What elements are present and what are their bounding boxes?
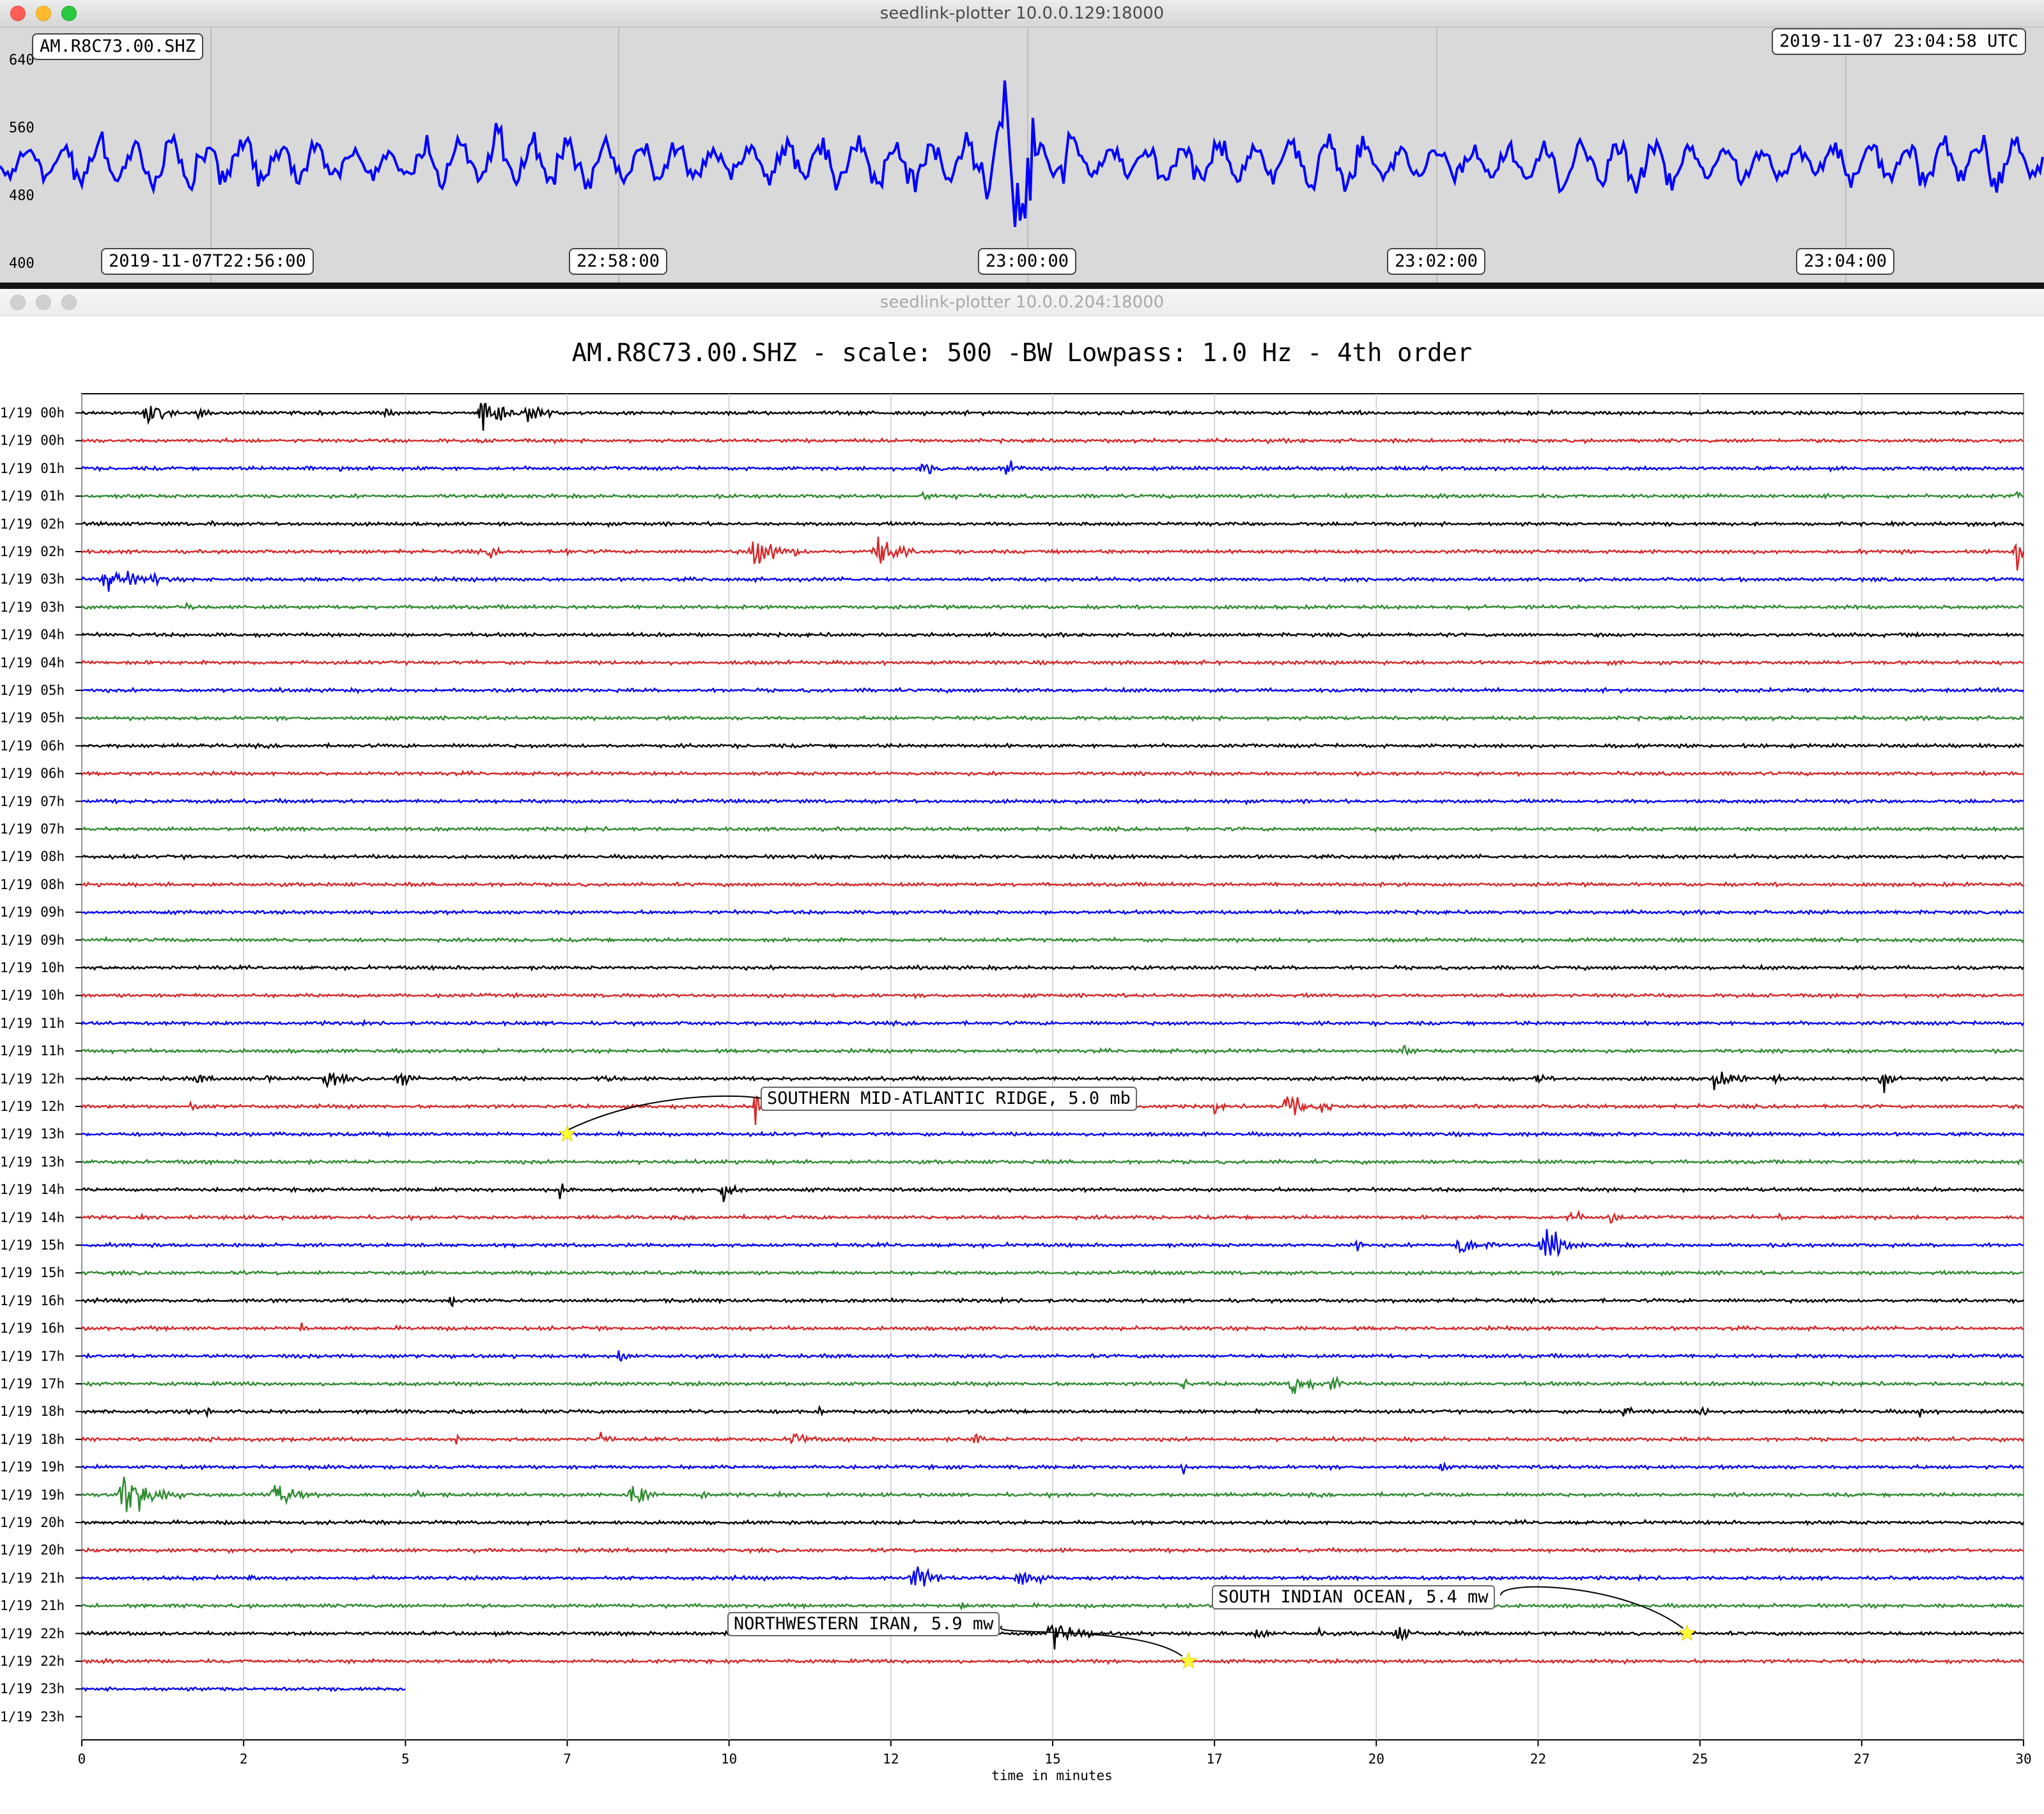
x-axis-label: time in minutes: [991, 1768, 1113, 1783]
row-label: 1/19 11h: [0, 1043, 65, 1059]
row-label: 1/19 18h: [0, 1404, 65, 1420]
row-label: 1/19 13h: [0, 1154, 65, 1170]
row-label: 1/19 02h: [0, 516, 65, 532]
overview-plot: [0, 27, 2044, 283]
event-label: NORTHWESTERN IRAN, 5.9 mw: [727, 1612, 1000, 1636]
row-label: 1/19 10h: [0, 960, 65, 975]
row-label: 1/19 22h: [0, 1654, 65, 1669]
row-label: 1/19 01h: [0, 460, 65, 476]
row-label: 1/19 08h: [0, 849, 65, 865]
row-label: 1/19 15h: [0, 1265, 65, 1281]
row-label: 1/19 09h: [0, 932, 65, 948]
x-tick-label: 25: [1692, 1751, 1708, 1767]
row-label: 1/19 02h: [0, 544, 65, 559]
row-label: 1/19 04h: [0, 655, 65, 671]
event-label: SOUTH INDIAN OCEAN, 5.4 mw: [1212, 1585, 1495, 1609]
x-tick-label: 17: [1206, 1751, 1223, 1767]
row-label: 1/19 03h: [0, 571, 65, 587]
y-tick-label: 640: [9, 52, 35, 68]
y-tick-label: 400: [9, 256, 35, 272]
x-tick-label: 2: [239, 1751, 248, 1767]
row-label: 1/19 19h: [0, 1487, 65, 1503]
row-label: 1/19 05h: [0, 710, 65, 726]
event-leader-line: [567, 1095, 761, 1131]
timestamp-label: 2019-11-07 23:04:58 UTC: [1772, 28, 2026, 55]
window-title: seedlink-plotter 10.0.0.129:18000: [879, 4, 1165, 23]
x-tick-label: 20: [1368, 1751, 1384, 1767]
x-tick-label: 23:04:00: [1796, 248, 1895, 275]
helicorder-titlebar[interactable]: seedlink-plotter 10.0.0.204:18000: [0, 289, 2044, 316]
row-label: 1/19 16h: [0, 1292, 65, 1308]
x-tick-label: 23:00:00: [978, 248, 1077, 275]
x-tick-label: 12: [883, 1751, 899, 1767]
row-label: 1/19 09h: [0, 904, 65, 920]
row-label: 1/19 23h: [0, 1681, 65, 1697]
overview-titlebar[interactable]: seedlink-plotter 10.0.0.129:18000: [0, 0, 2044, 27]
row-label: 1/19 01h: [0, 488, 65, 504]
event-leader-line: [1499, 1586, 1684, 1629]
row-label: 1/19 23h: [0, 1709, 65, 1725]
x-tick-label: 23:02:00: [1387, 248, 1486, 275]
row-label: 1/19 05h: [0, 683, 65, 698]
x-tick-label: 27: [1854, 1751, 1870, 1767]
x-tick-label: 5: [401, 1751, 410, 1767]
x-tick-label: 22: [1529, 1751, 1547, 1767]
row-label: 1/19 06h: [0, 738, 65, 754]
x-tick-label: 7: [563, 1751, 571, 1767]
row-label: 1/19 19h: [0, 1459, 65, 1475]
row-label: 1/19 07h: [0, 793, 65, 809]
event-label: SOUTHERN MID-ATLANTIC RIDGE, 5.0 mb: [761, 1087, 1137, 1111]
row-label: 1/19 17h: [0, 1348, 65, 1364]
x-tick-label: 2019-11-07T22:56:00: [101, 248, 314, 275]
row-label: 1/19 22h: [0, 1625, 65, 1641]
row-label: 1/19 04h: [0, 627, 65, 643]
row-label: 1/19 00h: [0, 405, 65, 421]
x-tick-label: 0: [77, 1751, 86, 1767]
row-label: 1/19 21h: [0, 1570, 65, 1586]
channel-label: AM.R8C73.00.SHZ: [32, 33, 203, 60]
y-tick-label: 480: [9, 188, 35, 204]
row-label: 1/19 12h: [0, 1071, 65, 1087]
y-tick-label: 560: [9, 120, 35, 136]
row-label: 1/19 14h: [0, 1209, 65, 1225]
overview-window: seedlink-plotter 10.0.0.129:18000 640 56…: [0, 0, 2044, 289]
helicorder-plot: [75, 393, 2025, 1746]
x-tick-label: 10: [721, 1751, 738, 1767]
x-tick-label: 30: [2015, 1751, 2032, 1767]
row-label: 1/19 06h: [0, 766, 65, 782]
row-label: 1/19 11h: [0, 1015, 65, 1031]
overview-waveform: [0, 80, 2044, 228]
x-tick-label: 22:58:00: [569, 248, 668, 275]
window-divider: [0, 283, 2044, 289]
window-title: seedlink-plotter 10.0.0.204:18000: [879, 293, 1165, 312]
row-label: 1/19 10h: [0, 988, 65, 1004]
row-label: 1/19 18h: [0, 1431, 65, 1447]
row-label: 1/19 20h: [0, 1542, 65, 1558]
x-tick-label: 15: [1044, 1751, 1061, 1767]
row-label: 1/19 00h: [0, 433, 65, 449]
row-label: 1/19 08h: [0, 876, 65, 892]
row-label: 1/19 21h: [0, 1598, 65, 1614]
row-label: 1/19 14h: [0, 1182, 65, 1198]
row-label: 1/19 17h: [0, 1376, 65, 1392]
row-label: 1/19 03h: [0, 599, 65, 615]
row-label: 1/19 12h: [0, 1099, 65, 1114]
row-label: 1/19 20h: [0, 1515, 65, 1530]
row-label: 1/19 13h: [0, 1126, 65, 1142]
row-label: 1/19 16h: [0, 1321, 65, 1337]
row-label: 1/19 07h: [0, 821, 65, 837]
event-star-icon: [1179, 1652, 1198, 1669]
row-label: 1/19 15h: [0, 1237, 65, 1253]
